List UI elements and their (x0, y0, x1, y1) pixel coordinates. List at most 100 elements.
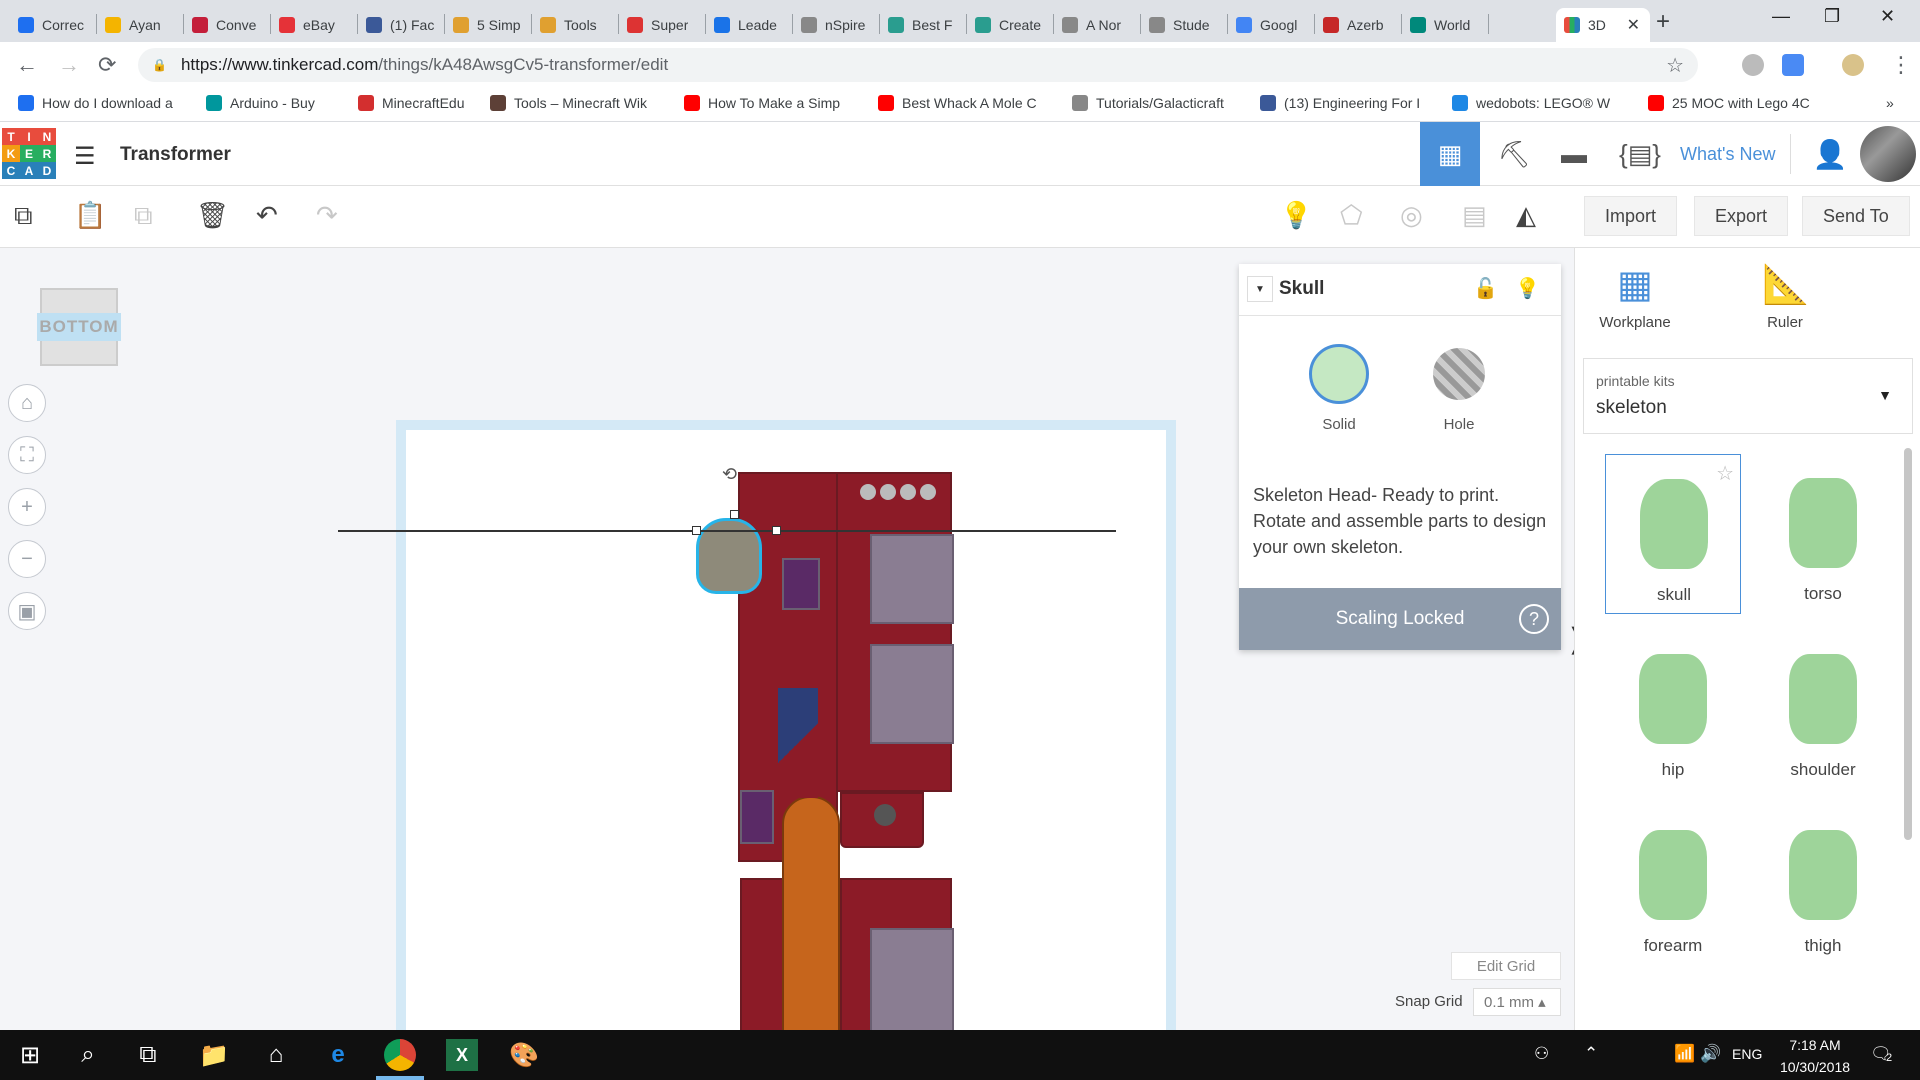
minimize-button[interactable]: — (1772, 6, 1790, 27)
send-to-button[interactable]: Send To (1802, 196, 1910, 236)
paint-app-icon[interactable]: 🎨 (508, 1039, 540, 1071)
shape-tile-shoulder[interactable]: shoulder (1755, 630, 1891, 790)
browser-tab[interactable]: Create (967, 8, 1054, 42)
bricks-view-icon[interactable]: ▬ (1544, 122, 1604, 186)
design-title[interactable]: Transformer (120, 144, 231, 166)
network-icon[interactable]: 📶 (1674, 1044, 1695, 1064)
browser-tab[interactable]: Correc (10, 8, 97, 42)
excel-icon[interactable]: X (446, 1039, 478, 1071)
lock-shape-icon[interactable]: 🔓 (1473, 276, 1498, 301)
snap-grid-select[interactable]: 0.1 mm ▴ (1473, 988, 1561, 1016)
bookmark-star-icon[interactable]: ☆ (1666, 53, 1684, 78)
maximize-button[interactable]: ❐ (1824, 6, 1840, 27)
zoom-out-icon[interactable]: − (8, 540, 46, 578)
new-tab-button[interactable]: + (1656, 8, 1670, 36)
browser-tab[interactable]: (1) Fac (358, 8, 445, 42)
windows-start-icon[interactable]: ⊞ (14, 1039, 46, 1071)
browser-tab[interactable]: Conve (184, 8, 271, 42)
light-bulb-icon[interactable]: 💡 (1280, 200, 1312, 231)
shape-tile-hip[interactable]: hip (1605, 630, 1741, 790)
paste-icon[interactable]: 📋 (74, 200, 106, 231)
browser-tab[interactable]: 5 Simp (445, 8, 532, 42)
copy-icon[interactable]: ⧉ (14, 200, 33, 232)
whats-new-link[interactable]: What's New (1680, 144, 1775, 165)
browser-tab[interactable]: Azerb (1315, 8, 1402, 42)
browser-tab[interactable]: Stude (1141, 8, 1228, 42)
close-tab-icon[interactable]: ✕ (1627, 15, 1640, 35)
align-icon[interactable]: ▤ (1462, 200, 1487, 231)
bookmark-item[interactable]: Best Whack A Mole C (878, 95, 1037, 111)
ortho-view-icon[interactable]: ▣ (8, 592, 46, 630)
bookmark-item[interactable]: MinecraftEdu (358, 95, 464, 111)
close-window-button[interactable]: ✕ (1880, 6, 1895, 27)
bookmark-item[interactable]: (13) Engineering For I (1260, 95, 1420, 111)
browser-tab[interactable]: Best F (880, 8, 967, 42)
tab-tinkercad-active[interactable]: 3D ✕ (1556, 8, 1650, 42)
user-avatar[interactable] (1860, 126, 1916, 182)
browser-tab[interactable]: Ayan (97, 8, 184, 42)
design-list-icon[interactable]: ☰ (74, 142, 96, 171)
workplane-tool[interactable]: ▦ Workplane (1575, 262, 1695, 331)
bookmark-item[interactable]: 25 MOC with Lego 4C (1648, 95, 1810, 111)
edit-grid-button[interactable]: Edit Grid (1451, 952, 1561, 980)
export-button[interactable]: Export (1694, 196, 1789, 236)
home-view-icon[interactable]: ⌂ (8, 384, 46, 422)
ruler-tool[interactable]: 📐 Ruler (1725, 262, 1845, 331)
shape-tile-torso[interactable]: torso (1755, 454, 1891, 614)
browser-tab[interactable]: eBay (271, 8, 358, 42)
volume-icon[interactable]: 🔊 (1700, 1044, 1721, 1064)
bookmark-item[interactable]: How To Make a Simp (684, 95, 840, 111)
mirror-icon[interactable]: ◭ (1516, 200, 1536, 231)
selection-handle-right[interactable] (772, 526, 781, 535)
selection-handle-top[interactable] (730, 510, 739, 519)
bookmark-item[interactable]: Arduino - Buy (206, 95, 315, 111)
browser-tab[interactable]: Super (619, 8, 706, 42)
delete-icon[interactable]: 🗑 (196, 200, 229, 231)
bookmarks-overflow-button[interactable]: » (1886, 95, 1894, 111)
translate-extension-icon[interactable] (1782, 54, 1804, 76)
reload-icon[interactable]: ⟳ (98, 52, 116, 78)
ungroup-icon[interactable]: ◎ (1400, 200, 1423, 231)
file-explorer-icon[interactable]: 📁 (198, 1039, 230, 1071)
url-input[interactable]: 🔒 https://www.tinkercad.com/things/kA48A… (138, 48, 1698, 82)
tinkercad-logo[interactable]: TIN KER CAD (2, 128, 56, 180)
bookmark-item[interactable]: wedobots: LEGO® W (1452, 95, 1610, 111)
codeblocks-view-icon[interactable]: {▤} (1610, 122, 1670, 186)
3d-design-view-icon[interactable]: ▦ (1420, 122, 1480, 186)
shape-tile-forearm[interactable]: forearm (1605, 806, 1741, 966)
shape-tile-skull[interactable]: skull ☆ (1605, 454, 1741, 614)
blocks-view-icon[interactable]: ⛏ (1484, 122, 1544, 186)
back-arrow-icon[interactable]: ← (16, 52, 38, 78)
undo-icon[interactable]: ↶ (256, 200, 278, 231)
browser-tab[interactable]: World (1402, 8, 1489, 42)
bookmark-item[interactable]: How do I download a (18, 95, 173, 111)
language-indicator[interactable]: ENG (1732, 1046, 1762, 1062)
bookmark-item[interactable]: Tools – Minecraft Wik (490, 95, 647, 111)
forward-arrow-icon[interactable]: → (58, 52, 80, 78)
show-hidden-icons[interactable]: ⌃ (1584, 1044, 1598, 1064)
collapse-inspector-icon[interactable]: ▼ (1247, 276, 1273, 302)
browser-tab[interactable]: nSpire (793, 8, 880, 42)
browser-tab[interactable]: A Nor (1054, 8, 1141, 42)
browser-tab[interactable]: Googl (1228, 8, 1315, 42)
browser-tab[interactable]: Leade (706, 8, 793, 42)
shapes-scrollbar[interactable] (1904, 448, 1912, 840)
shape-tile-thigh[interactable]: thigh (1755, 806, 1891, 966)
drive-extension-icon[interactable] (1742, 54, 1764, 76)
home-app-icon[interactable]: ⌂ (260, 1039, 292, 1071)
view-cube[interactable]: BOTTOM (37, 288, 121, 366)
solid-color-swatch[interactable] (1309, 344, 1369, 404)
group-icon[interactable]: ⬠ (1340, 200, 1363, 231)
shape-library-select[interactable]: printable kits skeleton ▼ (1583, 358, 1913, 434)
hole-swatch[interactable] (1433, 348, 1485, 400)
add-user-icon[interactable]: 👤 (1800, 122, 1860, 186)
browser-tab[interactable]: Tools (532, 8, 619, 42)
help-icon[interactable]: ? (1519, 604, 1549, 634)
fit-view-icon[interactable]: ⛶ (8, 436, 46, 474)
visibility-bulb-icon[interactable]: 💡 (1515, 276, 1540, 301)
zoom-in-icon[interactable]: + (8, 488, 46, 526)
duplicate-icon[interactable]: ⧉ (134, 200, 153, 232)
chrome-menu-icon[interactable]: ⋮ (1890, 52, 1912, 78)
shape-name[interactable]: Skull (1279, 278, 1324, 300)
rotate-handle-icon[interactable]: ⟲ (722, 464, 737, 485)
